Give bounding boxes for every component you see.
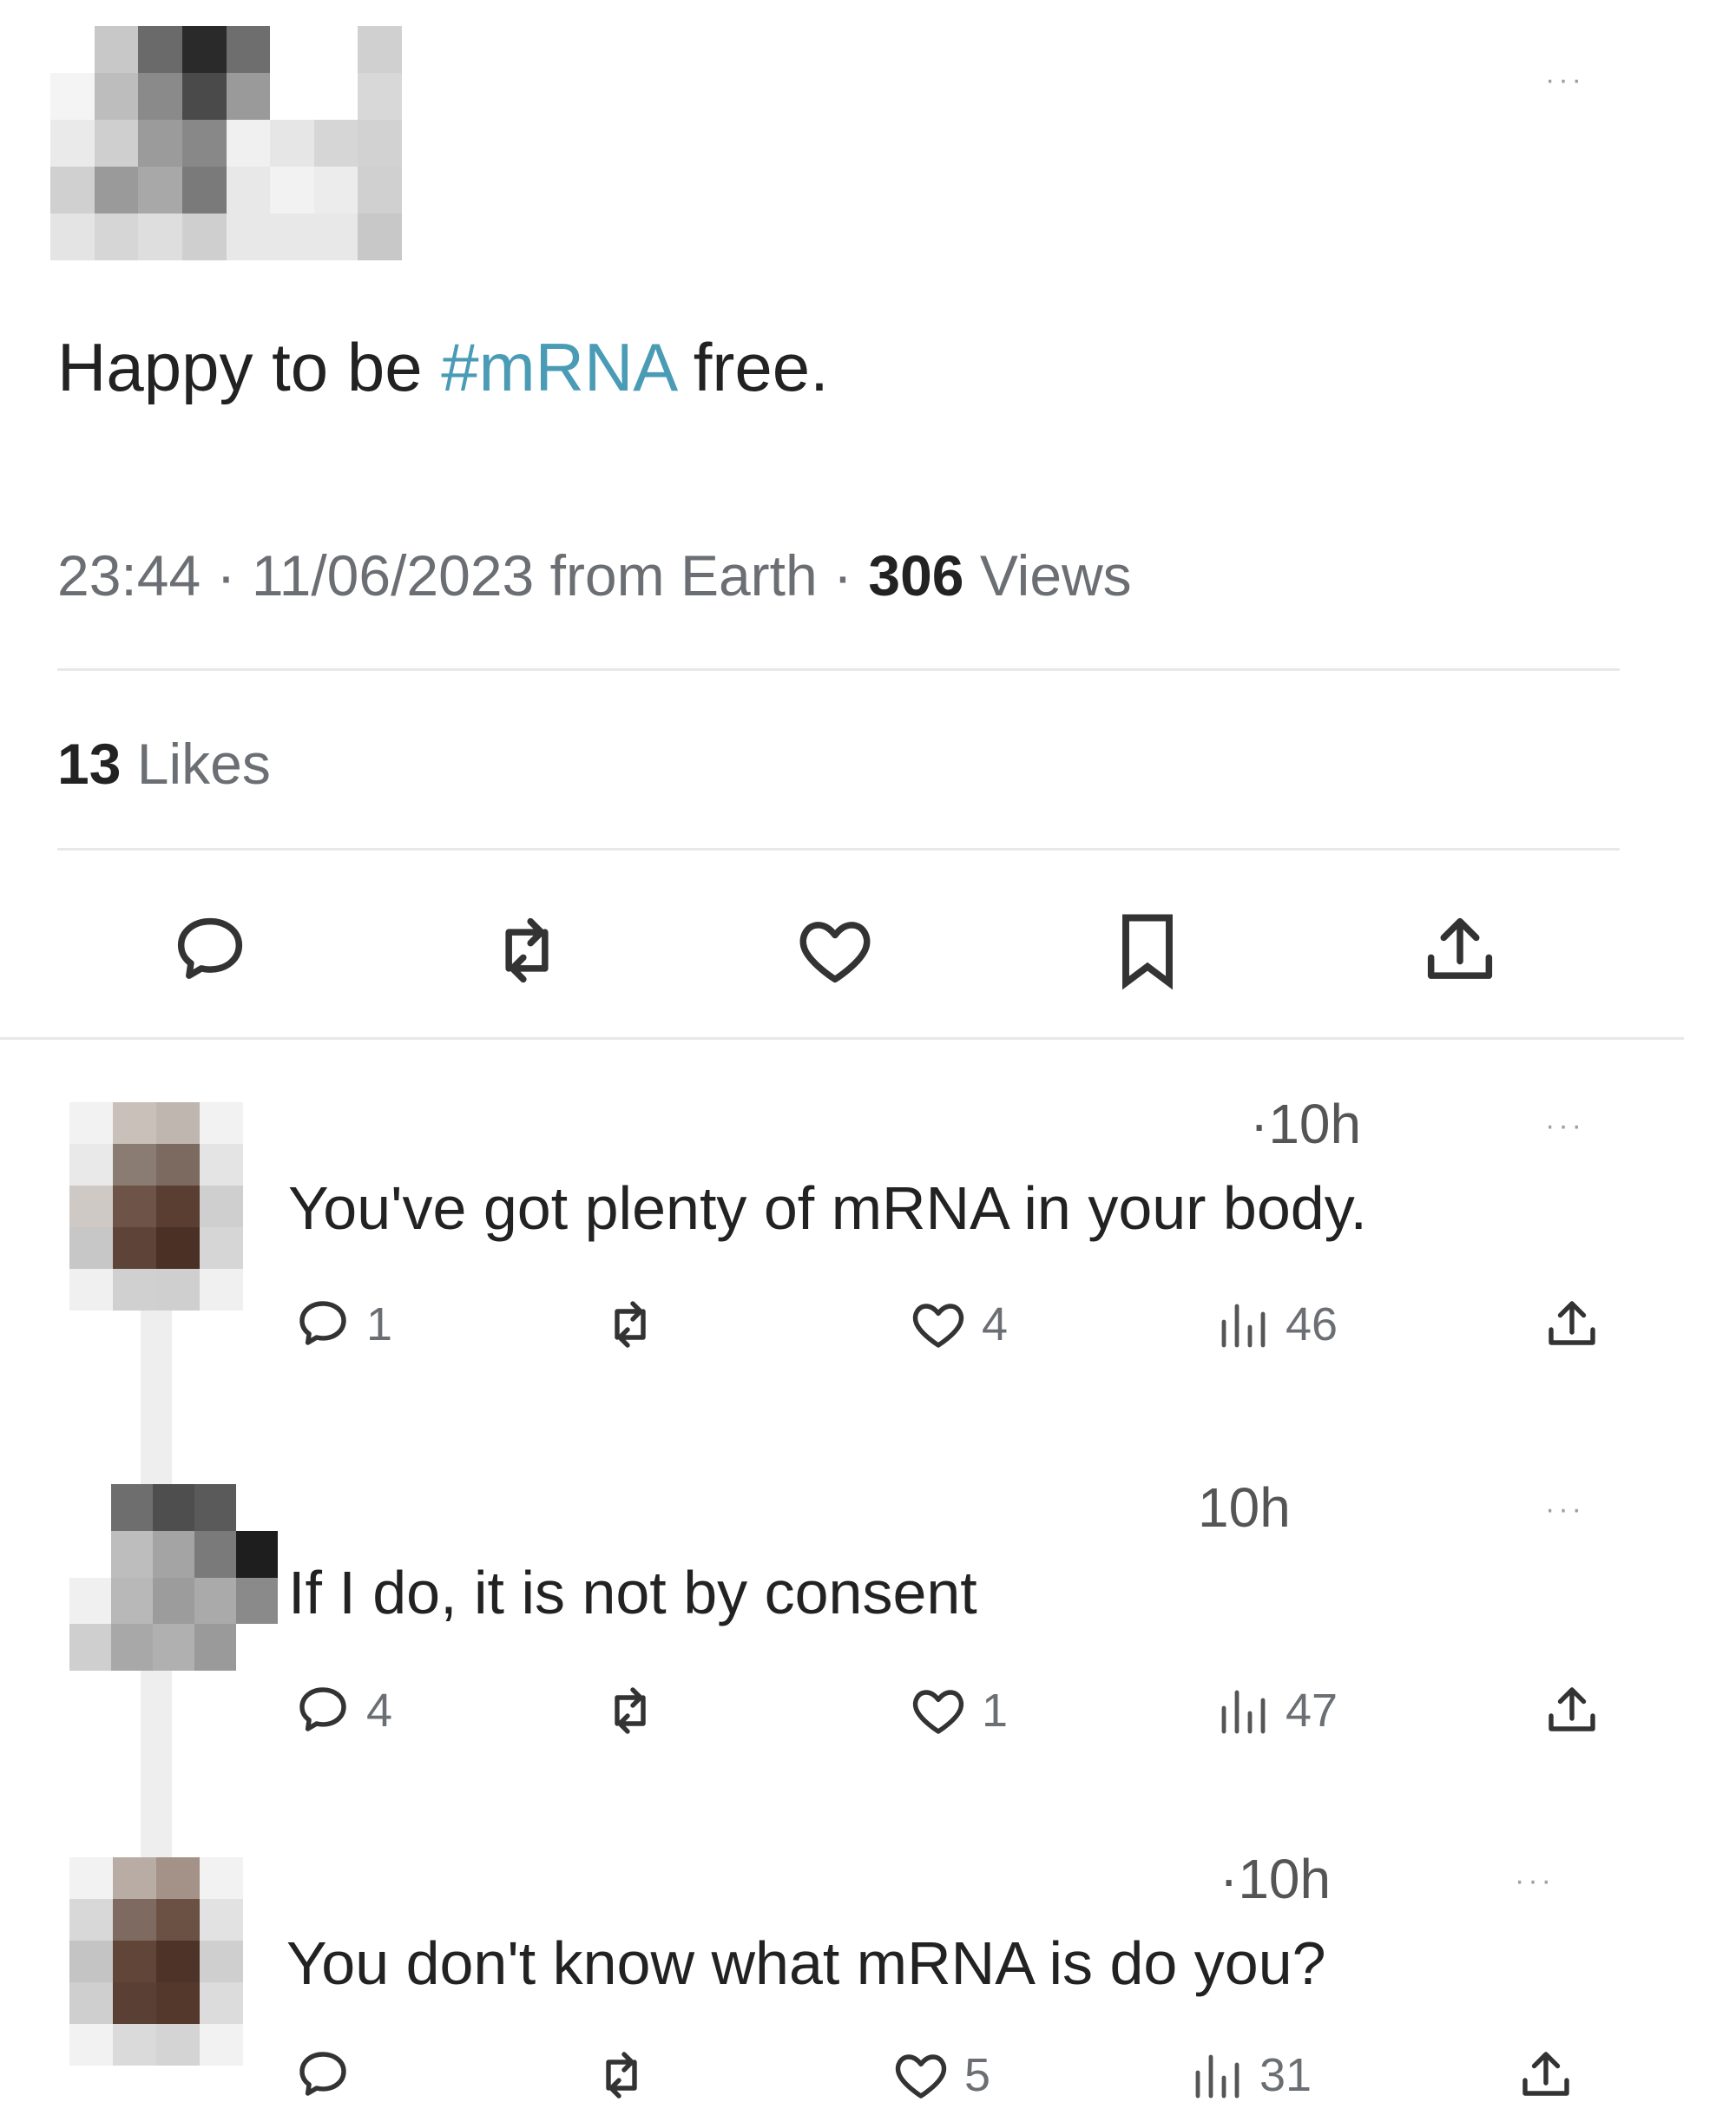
post-date[interactable]: 11/06/2023 (252, 543, 534, 608)
separator-dot: · (201, 543, 252, 608)
reply-more-options-icon[interactable]: ··· (1515, 1866, 1555, 1895)
reply-button[interactable] (162, 903, 258, 998)
speech-bubble-icon (299, 1301, 346, 1345)
views-label: Views (963, 543, 1132, 608)
reply-like-button[interactable]: 1 (907, 1679, 1008, 1742)
author-avatar-pixelated[interactable] (50, 26, 402, 260)
reply-like-button[interactable]: 4 (907, 1293, 1008, 1356)
like-count: 4 (982, 1298, 1009, 1350)
views-count: 306 (868, 543, 964, 608)
bookmark-icon (1122, 914, 1173, 990)
hashtag-link[interactable]: #mRNA (441, 329, 674, 405)
reply-comment-button[interactable] (292, 2044, 366, 2106)
share-upload-icon (1549, 1301, 1595, 1345)
share-upload-icon (1427, 917, 1493, 979)
heart-icon (799, 922, 871, 983)
reply-like-button[interactable]: 5 (890, 2044, 990, 2106)
post-text-after: free. (674, 329, 829, 405)
heart-icon (895, 2054, 947, 2099)
reply-comment-button[interactable]: 4 (292, 1679, 392, 1742)
bookmark-button[interactable] (1100, 903, 1195, 998)
likes-label: Likes (121, 732, 271, 796)
divider-top (57, 668, 1620, 671)
reply-avatar-pixelated[interactable] (69, 1857, 243, 2066)
thread-line (141, 1666, 172, 1857)
reply-views-button[interactable]: 46 (1211, 1293, 1338, 1356)
divider-bottom (57, 848, 1620, 851)
speech-bubble-icon (299, 1687, 346, 1731)
reply-more-options-icon[interactable]: ··· (1545, 1495, 1585, 1524)
reply-avatar-pixelated[interactable] (69, 1484, 278, 1671)
views-count: 31 (1259, 2049, 1312, 2101)
bar-chart-views-icon (1195, 2054, 1240, 2099)
like-button[interactable] (787, 903, 883, 998)
post-more-options-icon[interactable]: ··· (1545, 65, 1585, 95)
reply-text: If I do, it is not by consent (288, 1559, 977, 1626)
repost-button[interactable] (479, 903, 575, 998)
reply-timestamp[interactable]: ·10h (1220, 1847, 1331, 1911)
reply-timestamp[interactable]: 10h (1198, 1475, 1291, 1540)
repost-arrows-icon (505, 917, 549, 983)
divider-replies (0, 1037, 1684, 1040)
reply-comment-button[interactable]: 1 (292, 1293, 392, 1356)
thread-line (141, 1302, 172, 1484)
reply-timestamp[interactable]: ·10h (1250, 1092, 1361, 1156)
reply-repost-button[interactable] (599, 1293, 674, 1356)
reply-more-options-icon[interactable]: ··· (1545, 1111, 1585, 1140)
views-count: 47 (1286, 1685, 1338, 1737)
like-count: 1 (982, 1685, 1009, 1737)
bar-chart-views-icon (1221, 1304, 1266, 1348)
speech-bubble-icon (299, 2052, 346, 2096)
likes-summary[interactable]: 13 Likes (57, 731, 271, 797)
share-upload-icon (1549, 1687, 1595, 1731)
reply-share-button[interactable] (1515, 2044, 1577, 2106)
reply-repost-button[interactable] (590, 2044, 665, 2106)
views-count: 46 (1286, 1298, 1338, 1350)
reply-repost-button[interactable] (599, 1679, 674, 1742)
bar-chart-views-icon (1221, 1690, 1266, 1734)
reply-count: 1 (366, 1298, 393, 1350)
repost-arrows-icon (615, 1301, 646, 1348)
reply-count: 4 (366, 1685, 393, 1737)
reply-share-button[interactable] (1541, 1679, 1603, 1742)
reply-text: You've got plenty of mRNA in your body. (288, 1174, 1367, 1242)
speech-bubble-icon (177, 917, 243, 979)
reply-text: You don't know what mRNA is do you? (286, 1929, 1326, 1997)
post-meta: 23:44 · 11/06/2023 from Earth · 306 View… (57, 542, 1132, 608)
like-count: 5 (964, 2049, 991, 2101)
share-button[interactable] (1412, 903, 1508, 998)
share-upload-icon (1522, 2052, 1569, 2096)
heart-icon (912, 1690, 964, 1734)
separator-dot: · (817, 543, 869, 608)
likes-count: 13 (57, 732, 122, 796)
post-text: Happy to be #mRNA free. (57, 328, 829, 407)
heart-icon (912, 1304, 964, 1348)
reply-avatar-pixelated[interactable] (69, 1102, 243, 1311)
reply-share-button[interactable] (1541, 1293, 1603, 1356)
post-source: from Earth (534, 543, 818, 608)
post-text-before: Happy to be (57, 329, 442, 405)
repost-arrows-icon (606, 2052, 637, 2099)
reply-views-button[interactable]: 47 (1211, 1679, 1338, 1742)
reply-views-button[interactable]: 31 (1185, 2044, 1312, 2106)
repost-arrows-icon (615, 1687, 646, 1734)
post-time[interactable]: 23:44 (57, 543, 201, 608)
